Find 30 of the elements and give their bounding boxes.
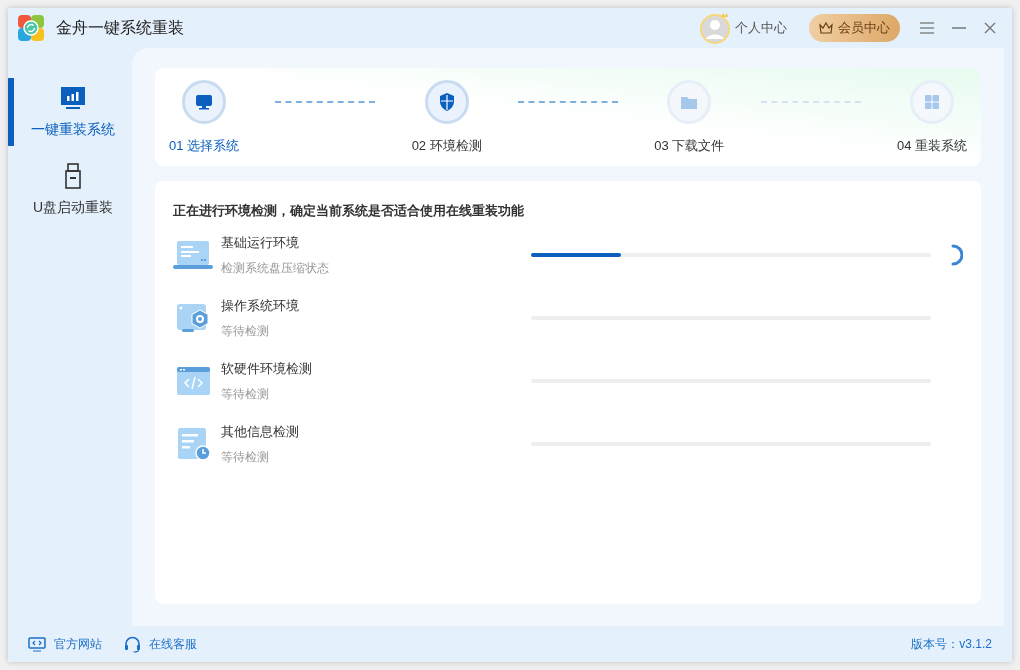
window-title: 金舟一键系统重装 — [56, 18, 184, 38]
vip-button[interactable]: 会员中心 — [809, 14, 900, 42]
support-link[interactable]: 在线客服 — [124, 635, 197, 653]
headset-icon — [124, 635, 141, 653]
avatar-icon — [699, 11, 733, 45]
check-title: 软硬件环境检测 — [221, 360, 313, 379]
step-label: 02 环境检测 — [411, 137, 482, 155]
check-status: 等待检测 — [221, 448, 270, 466]
step-label: 01 选择系统 — [169, 137, 240, 155]
check-status: 检测系统盘压缩状态 — [221, 259, 330, 277]
usb-drive-icon — [64, 162, 82, 189]
check-status: 等待检测 — [221, 322, 270, 340]
profile-button[interactable]: 个人中心 — [735, 18, 787, 38]
version-text: 版本号：v3.1.2 — [911, 636, 992, 653]
menu-icon[interactable] — [920, 22, 934, 34]
check-title: 基础运行环境 — [221, 234, 300, 253]
website-link[interactable]: 官方网站 — [28, 635, 102, 653]
check-heading: 正在进行环境检测，确定当前系统是否适合使用在线重装功能 — [173, 202, 525, 220]
laptop-icon — [173, 239, 213, 271]
app-logo-icon — [18, 15, 44, 41]
step-label: 04 重装系统 — [896, 137, 967, 155]
check-status: 等待检测 — [221, 385, 270, 403]
step-label: 03 下载文件 — [654, 137, 725, 155]
check-title: 其他信息检测 — [221, 423, 300, 442]
sidebar-item[interactable]: U盘启动重装 — [8, 156, 132, 224]
check-title: 操作系统环境 — [221, 297, 300, 316]
close-icon[interactable] — [984, 22, 996, 34]
monitor-chart-icon — [60, 84, 86, 111]
monitor-code-icon — [28, 636, 46, 652]
crown-icon — [819, 22, 833, 34]
